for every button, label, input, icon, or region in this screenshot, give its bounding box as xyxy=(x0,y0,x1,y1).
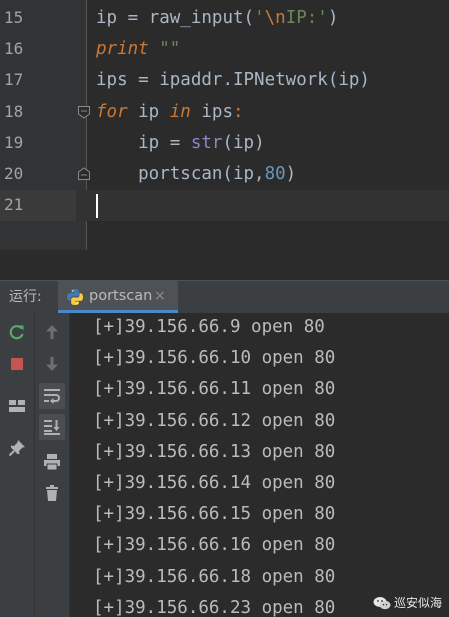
code-token: portscan(ip, xyxy=(96,164,265,184)
previous-occurrence-button[interactable] xyxy=(39,319,65,345)
text-caret xyxy=(96,194,98,219)
next-occurrence-button[interactable] xyxy=(39,351,65,377)
console-line: [+]39.156.66.11 open 80 xyxy=(93,379,336,400)
soft-wrap-button[interactable] xyxy=(39,383,65,409)
python-icon xyxy=(67,289,83,305)
console-line: [+]39.156.66.13 open 80 xyxy=(93,441,336,462)
console-output[interactable]: [+]39.156.66.9 open 80 [+]39.156.66.10 op… xyxy=(70,313,449,617)
code-token: ) xyxy=(327,8,339,28)
code-token: ips xyxy=(96,70,139,91)
scroll-to-end-icon xyxy=(44,420,60,435)
code-token: IP:' xyxy=(285,8,328,28)
code-token: ip xyxy=(96,132,170,153)
code-token: raw_input( xyxy=(138,8,255,28)
code-token: in xyxy=(169,101,191,122)
stop-icon xyxy=(11,358,23,370)
code-token: ipaddr.IPNetwork(ip) xyxy=(148,70,370,91)
code-token: ' xyxy=(254,8,265,28)
code-token: = xyxy=(169,132,181,153)
console-line: [+]39.156.66.12 open 80 xyxy=(93,410,336,431)
code-editor[interactable]: 15 ip = raw_input('\nIP:') 16 print "" 17 ips… xyxy=(0,0,449,250)
code-text: ips = ipaddr.IPNetwork(ip) xyxy=(96,70,370,90)
code-token: print xyxy=(96,39,149,60)
code-line[interactable]: 16 print "" xyxy=(0,34,449,65)
code-text: ip = raw_input('\nIP:') xyxy=(96,8,338,28)
console-line: [+]39.156.66.14 open 80 xyxy=(93,473,336,493)
line-number: 21 xyxy=(4,195,24,215)
code-line[interactable]: 19 ip = str(ip) xyxy=(0,128,449,159)
code-text: print "" xyxy=(96,39,180,59)
code-line[interactable]: 17 ips = ipaddr.IPNetwork(ip) xyxy=(0,65,449,96)
console-line: [+]39.156.66.16 open 80 xyxy=(93,535,336,556)
line-number: 17 xyxy=(4,70,24,90)
console-line: [+]39.156.66.23 open 80 xyxy=(93,597,336,617)
code-text: ip = str(ip) xyxy=(96,132,265,153)
rerun-icon xyxy=(9,325,24,340)
stop-button[interactable] xyxy=(4,351,30,377)
print-icon xyxy=(44,454,60,471)
watermark-text: 巡安似海 xyxy=(394,596,443,610)
tab-label: portscan xyxy=(89,288,153,304)
ide-window: 15 ip = raw_input('\nIP:') 16 print "" 17 ips… xyxy=(0,0,449,617)
line-number: 16 xyxy=(4,39,24,59)
code-token: for xyxy=(96,101,128,122)
pin-button[interactable] xyxy=(4,435,30,461)
wechat-icon xyxy=(373,597,391,610)
run-label: 运行: xyxy=(9,289,42,305)
code-token: ip xyxy=(127,101,170,122)
line-number: 15 xyxy=(4,8,24,27)
line-number: 18 xyxy=(4,101,24,121)
console-line: [+]39.156.66.15 open 80 xyxy=(93,504,336,525)
clear-all-button[interactable] xyxy=(39,480,65,506)
layout-button[interactable] xyxy=(4,393,30,419)
code-token: = xyxy=(138,70,149,91)
down-arrow-icon xyxy=(46,357,58,371)
soft-wrap-icon xyxy=(44,389,60,404)
code-token: str xyxy=(190,132,223,153)
code-token: ips xyxy=(190,101,233,122)
code-token: 80 xyxy=(264,164,286,184)
code-line[interactable]: 15 ip = raw_input('\nIP:') xyxy=(0,3,449,34)
code-token: ip xyxy=(96,8,128,28)
fold-close-icon[interactable] xyxy=(77,167,91,181)
code-token: (ip) xyxy=(222,132,265,153)
scroll-to-end-button[interactable] xyxy=(39,414,65,440)
editor-empty-area[interactable] xyxy=(0,250,449,280)
console-line: [+]39.156.66.18 open 80 xyxy=(93,566,336,587)
tab-close-button[interactable]: × xyxy=(154,288,166,304)
code-text: for ip in ips: xyxy=(96,102,244,122)
code-text: portscan(ip,80) xyxy=(96,164,296,184)
fold-open-icon[interactable] xyxy=(77,105,91,119)
line-number: 19 xyxy=(4,132,24,152)
console-line: [+]39.156.66.10 open 80 xyxy=(93,348,336,369)
code-token: \n xyxy=(264,8,286,28)
watermark: 巡安似海 xyxy=(367,593,447,613)
code-line[interactable]: 21 xyxy=(0,190,449,222)
print-button[interactable] xyxy=(39,449,65,475)
pin-icon xyxy=(8,440,25,457)
code-token: "" xyxy=(148,39,181,60)
rerun-button[interactable] xyxy=(4,319,30,345)
code-token: ) xyxy=(285,164,297,184)
console-toolbar xyxy=(35,313,70,617)
code-token: : xyxy=(233,101,244,122)
layout-icon xyxy=(9,400,25,412)
trash-icon xyxy=(46,485,58,501)
code-token: = xyxy=(127,8,139,28)
line-number: 20 xyxy=(4,164,24,183)
run-tool-body: [+]39.156.66.9 open 80 [+]39.156.66.10 op… xyxy=(0,313,449,617)
run-toolbar xyxy=(0,313,35,617)
code-line[interactable]: 18 for ip in ips: xyxy=(0,97,449,128)
up-arrow-icon xyxy=(46,325,58,339)
run-tool-header: 运行: portscan × xyxy=(0,280,449,314)
tab-portscan[interactable]: portscan × xyxy=(58,281,178,313)
code-line[interactable]: 20 portscan(ip,80) xyxy=(0,159,449,190)
console-line: [+]39.156.66.9 open 80 xyxy=(93,317,325,337)
